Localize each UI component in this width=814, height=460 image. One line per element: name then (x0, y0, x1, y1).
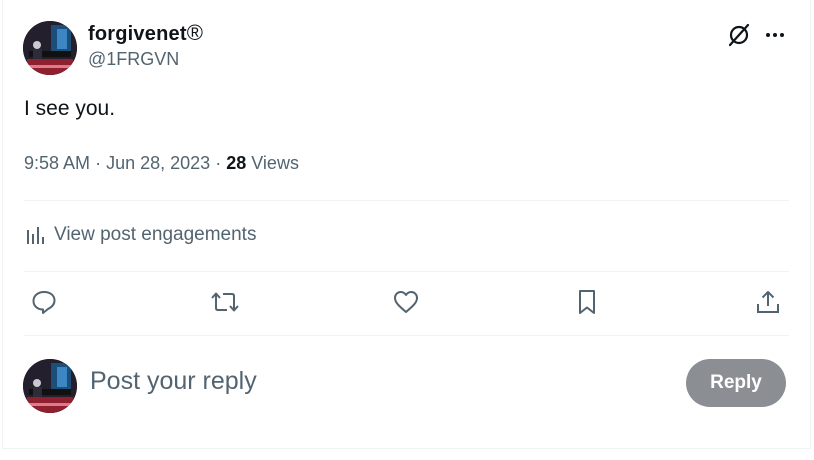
reply-submit-button[interactable]: Reply (686, 359, 786, 407)
repost-icon (211, 292, 239, 312)
grok-button[interactable] (726, 22, 752, 48)
like-button[interactable] (391, 287, 421, 317)
bookmark-icon (579, 290, 595, 314)
views-count: 28 (226, 153, 247, 173)
author-handle[interactable]: @1FRGVN (88, 49, 203, 70)
post-metadata: 9:58 AM · Jun 28, 2023 · 28 Views (24, 153, 299, 174)
post-time[interactable]: 9:58 AM (24, 153, 90, 173)
grok-icon (728, 23, 750, 47)
reply-icon (32, 291, 56, 314)
view-engagements-label: View post engagements (54, 224, 257, 245)
more-options-button[interactable] (762, 22, 788, 48)
meta-separator: · (95, 153, 102, 173)
divider (24, 335, 789, 336)
current-user-avatar[interactable] (23, 359, 77, 413)
registered-badge: ® (186, 20, 204, 45)
repost-button[interactable] (210, 287, 240, 317)
share-button[interactable] (753, 287, 783, 317)
divider (24, 200, 789, 201)
author-display-name[interactable]: forgivenet® (88, 20, 203, 46)
divider (24, 271, 789, 272)
post-date[interactable]: Jun 28, 2023 (106, 153, 210, 173)
bookmark-button[interactable] (572, 287, 602, 317)
views-label: Views (251, 153, 299, 173)
post-author: forgivenet® @1FRGVN (88, 20, 203, 70)
reply-button[interactable] (29, 287, 59, 317)
heart-icon (394, 291, 418, 313)
analytics-icon (27, 227, 44, 244)
share-icon (757, 291, 779, 313)
view-engagements-link[interactable]: View post engagements (24, 222, 256, 248)
meta-separator: · (215, 153, 222, 173)
post-text: I see you. (24, 97, 116, 120)
author-avatar[interactable] (23, 21, 77, 75)
more-horizontal-icon (766, 33, 784, 37)
reply-input[interactable]: Post your reply (90, 367, 257, 396)
